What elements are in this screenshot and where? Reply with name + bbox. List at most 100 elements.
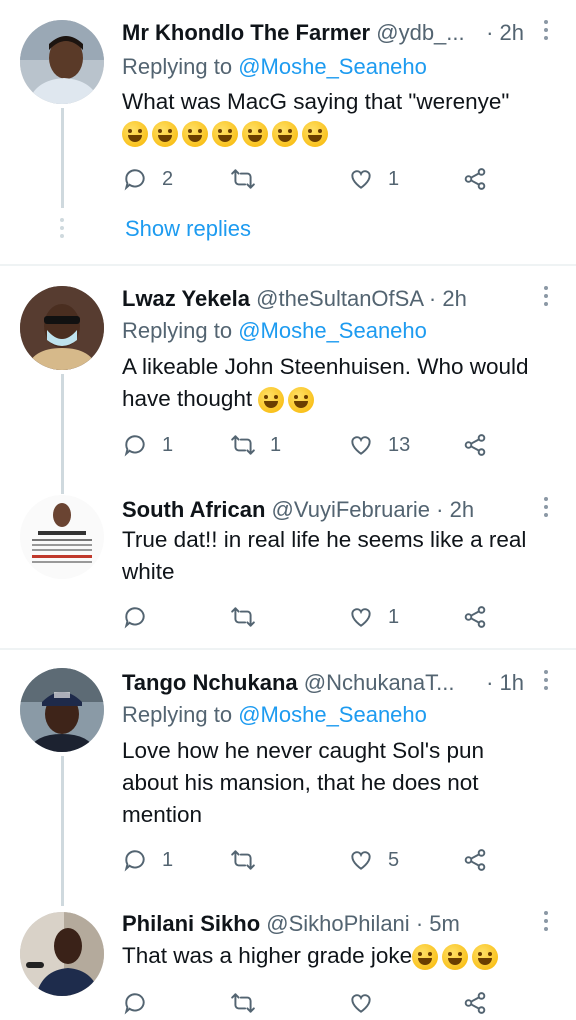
share-button[interactable] — [462, 600, 488, 634]
like-count: 1 — [388, 605, 400, 628]
avatar[interactable] — [20, 286, 104, 370]
like-count: 1 — [388, 167, 400, 190]
like-button[interactable]: 1 — [348, 162, 399, 196]
replying-prefix: Replying to — [122, 54, 233, 79]
show-replies-link[interactable]: Show replies — [125, 214, 251, 244]
share-icon — [464, 992, 486, 1014]
share-button[interactable] — [462, 428, 488, 462]
reply-icon — [124, 169, 145, 191]
reply-feed: Mr Khondlo The Farmer @ydb_... · 2h Repl… — [0, 0, 576, 1015]
tweet-text: True dat!! in real life he seems like a … — [122, 527, 527, 584]
grin-emoji-icon — [258, 387, 285, 414]
display-name[interactable]: Lwaz Yekela — [122, 286, 250, 311]
tweet-mr-khondlo[interactable]: Mr Khondlo The Farmer @ydb_... · 2h Repl… — [0, 0, 576, 266]
timestamp[interactable]: · 2h — [429, 286, 467, 311]
reply-button[interactable]: 1 — [122, 428, 173, 462]
timestamp[interactable]: · 5m — [416, 911, 460, 936]
timestamp[interactable]: · 1h — [486, 666, 524, 700]
retweet-icon — [231, 607, 255, 627]
like-button[interactable]: 5 — [348, 843, 399, 877]
joy-emoji-icon — [412, 944, 439, 971]
share-button[interactable] — [462, 162, 488, 196]
like-button[interactable] — [348, 986, 374, 1020]
like-count: 13 — [388, 433, 411, 456]
reply-count: 2 — [162, 167, 174, 190]
reply-button[interactable]: 1 — [122, 843, 173, 877]
more-options-icon[interactable] — [542, 670, 550, 694]
replying-to: Replying to @Moshe_Seaneho — [122, 699, 427, 731]
user-handle[interactable]: @ydb_... — [376, 20, 464, 45]
user-handle[interactable]: @VuyiFebruarie — [272, 497, 430, 522]
heart-icon — [351, 170, 371, 189]
reply-icon — [124, 435, 145, 457]
replying-to: Replying to @Moshe_Seaneho — [122, 51, 427, 83]
retweet-button[interactable] — [230, 843, 270, 877]
retweet-icon — [231, 993, 255, 1013]
display-name[interactable]: Philani Sikho — [122, 911, 260, 936]
more-options-icon[interactable] — [542, 497, 550, 521]
heart-icon — [351, 608, 371, 627]
tweet-header: Philani Sikho @SikhoPhilani · 5m — [122, 907, 512, 941]
timestamp[interactable]: · 2h — [486, 16, 524, 50]
tweet-text: Love how he never caught Sol's pun about… — [122, 738, 485, 827]
tweet-philani-sikho[interactable]: Philani Sikho @SikhoPhilani · 5m That wa… — [0, 900, 576, 1015]
reply-icon — [124, 993, 145, 1015]
share-icon — [464, 606, 486, 628]
tweet-south-african[interactable]: South African @VuyiFebruarie · 2h True d… — [0, 479, 576, 649]
reply-button[interactable]: 2 — [122, 162, 173, 196]
user-handle[interactable]: @SikhoPhilani — [266, 911, 409, 936]
like-button[interactable]: 1 — [348, 600, 399, 634]
retweet-icon — [231, 850, 255, 870]
like-count: 5 — [388, 848, 400, 871]
heart-icon — [351, 994, 371, 1013]
reply-button[interactable] — [122, 986, 148, 1020]
avatar[interactable] — [20, 495, 104, 579]
tweet-header: Lwaz Yekela @theSultanOfSA · 2h — [122, 282, 512, 316]
like-button[interactable]: 13 — [348, 428, 410, 462]
retweet-button[interactable]: 1 — [230, 428, 281, 462]
retweet-button[interactable] — [230, 600, 270, 634]
rofl-emoji-icon — [122, 121, 148, 148]
share-button[interactable] — [462, 986, 488, 1020]
rofl-emoji-icon — [152, 121, 178, 148]
thread-line — [61, 374, 64, 494]
avatar[interactable] — [20, 668, 104, 752]
tweet-actions: 1 — [122, 600, 502, 634]
mention-link[interactable]: @Moshe_Seaneho — [238, 318, 427, 343]
mention-link[interactable]: @Moshe_Seaneho — [238, 702, 427, 727]
tweet-lwaz-yekela[interactable]: Lwaz Yekela @theSultanOfSA · 2h Replying… — [0, 266, 576, 494]
avatar[interactable] — [20, 20, 104, 104]
mention-link[interactable]: @Moshe_Seaneho — [238, 54, 427, 79]
display-name[interactable]: Mr Khondlo The Farmer — [122, 20, 370, 45]
retweet-icon — [231, 435, 255, 455]
more-options-icon[interactable] — [542, 286, 550, 310]
reply-icon — [124, 607, 145, 629]
retweet-count: 1 — [270, 433, 282, 456]
tweet-header: South African @VuyiFebruarie · 2h — [122, 493, 512, 527]
thread-line — [61, 108, 64, 208]
avatar[interactable] — [20, 912, 104, 996]
reply-count: 1 — [162, 433, 174, 456]
user-handle[interactable]: @NchukanaT... — [304, 670, 455, 695]
replying-prefix: Replying to — [122, 702, 233, 727]
tweet-actions: 1 5 — [122, 843, 502, 877]
reply-count: 1 — [162, 848, 174, 871]
display-name[interactable]: Tango Nchukana — [122, 670, 298, 695]
thread-line — [61, 756, 64, 906]
display-name[interactable]: South African — [122, 497, 265, 522]
tweet-tango-nchukana[interactable]: Tango Nchukana @NchukanaT... · 1h Replyi… — [0, 650, 576, 908]
rofl-emoji-icon — [272, 121, 298, 148]
rofl-emoji-icon — [472, 944, 499, 971]
timestamp[interactable]: · 2h — [436, 497, 474, 522]
user-handle[interactable]: @theSultanOfSA — [256, 286, 423, 311]
tweet-text-content: That was a higher grade joke — [122, 943, 413, 968]
share-button[interactable] — [462, 843, 488, 877]
reply-button[interactable] — [122, 600, 162, 634]
tweet-header: Mr Khondlo The Farmer @ydb_... — [122, 16, 512, 50]
more-options-icon[interactable] — [542, 911, 550, 935]
tweet-text: That was a higher grade joke — [122, 940, 552, 972]
retweet-button[interactable] — [230, 162, 270, 196]
replying-to: Replying to @Moshe_Seaneho — [122, 315, 427, 347]
retweet-button[interactable] — [230, 986, 256, 1020]
more-options-icon[interactable] — [542, 20, 550, 44]
